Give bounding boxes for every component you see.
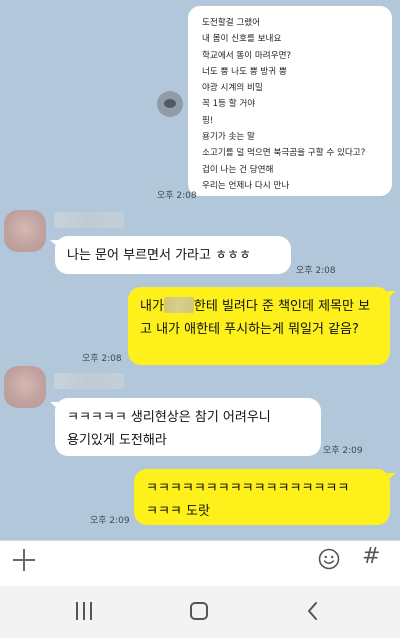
message-text: 나는 문어 부르면서 가라고 ㅎㅎㅎ [67, 248, 251, 263]
chat-preview-icon[interactable] [157, 91, 183, 117]
message-time: 오후 2:08 [157, 191, 197, 201]
bubble-tail [50, 402, 58, 409]
input-bar: # [0, 540, 400, 586]
list-message-bubble[interactable]: 도전할걸 그랬어 내 몸이 신호를 보내요 학교에서 똥이 마려우면? 너도 뿡… [188, 6, 392, 196]
home-icon[interactable] [190, 602, 208, 620]
incoming-message-bubble[interactable]: ㅋㅋㅋㅋㅋ 생리현상은 참기 어려우니 용기있게 도전해라 [55, 398, 321, 456]
avatar[interactable] [4, 366, 46, 408]
message-text: ㅋㅋㅋㅋㅋ 생리현상은 참기 어려우니 용기있게 도전해라 [67, 410, 271, 448]
hash-icon[interactable]: # [362, 544, 380, 569]
list-line: 우리는 언제나 다시 만나 [202, 180, 290, 191]
bubble-tail [388, 473, 396, 480]
message-time: 오후 2:09 [323, 446, 363, 456]
list-line: 소고기를 덜 먹으면 북극곰을 구할 수 있다고? [202, 148, 366, 159]
list-line: 핑! [202, 115, 214, 126]
list-line: 꼭 1등 할 거야 [202, 99, 256, 110]
bubble-tail [50, 240, 58, 247]
list-line: 용기가 솟는 말 [202, 132, 255, 143]
list-line: 야광 시계의 비밀 [202, 83, 263, 94]
redacted-name [163, 297, 194, 313]
message-input[interactable] [48, 547, 306, 577]
emoji-icon[interactable] [318, 548, 340, 570]
navigation-bar [0, 586, 400, 638]
incoming-message-bubble[interactable]: 나는 문어 부르면서 가라고 ㅎㅎㅎ [55, 236, 291, 274]
sender-name [54, 373, 124, 389]
back-icon[interactable] [306, 602, 320, 620]
message-text: ㅋㅋㅋㅋㅋㅋㅋㅋㅋㅋㅋㅋㅋㅋㅋㅋㅋ ㅋㅋㅋ 도랏 [146, 481, 350, 519]
avatar[interactable] [4, 210, 46, 252]
plus-icon[interactable] [13, 549, 35, 571]
message-time: 오후 2:08 [82, 354, 122, 364]
message-text-a: 내가 [140, 299, 164, 314]
list-line: 도전할걸 그랬어 [202, 18, 261, 28]
sender-name [54, 212, 124, 228]
list-line: 너도 뿡 나도 뿡 방귀 뿡 [202, 66, 287, 77]
list-line: 내 몸이 신호를 보내요 [202, 34, 282, 45]
list-line: 겁이 나는 건 당연해 [202, 164, 274, 175]
chat-area: 도전할걸 그랬어 내 몸이 신호를 보내요 학교에서 똥이 마려우면? 너도 뿡… [0, 0, 400, 540]
outgoing-message-bubble[interactable]: 내가 한테 빌려다 준 책인데 제목만 보고 내가 애한테 푸시하는게 뭐일거 같… [128, 287, 390, 365]
bubble-tail [388, 291, 396, 298]
message-time: 오후 2:09 [90, 516, 130, 526]
message-time: 오후 2:08 [296, 266, 336, 276]
outgoing-message-bubble[interactable]: ㅋㅋㅋㅋㅋㅋㅋㅋㅋㅋㅋㅋㅋㅋㅋㅋㅋ ㅋㅋㅋ 도랏 [134, 469, 390, 525]
list-line: 학교에서 똥이 마려우면? [202, 50, 292, 61]
recent-apps-icon[interactable] [76, 602, 96, 620]
